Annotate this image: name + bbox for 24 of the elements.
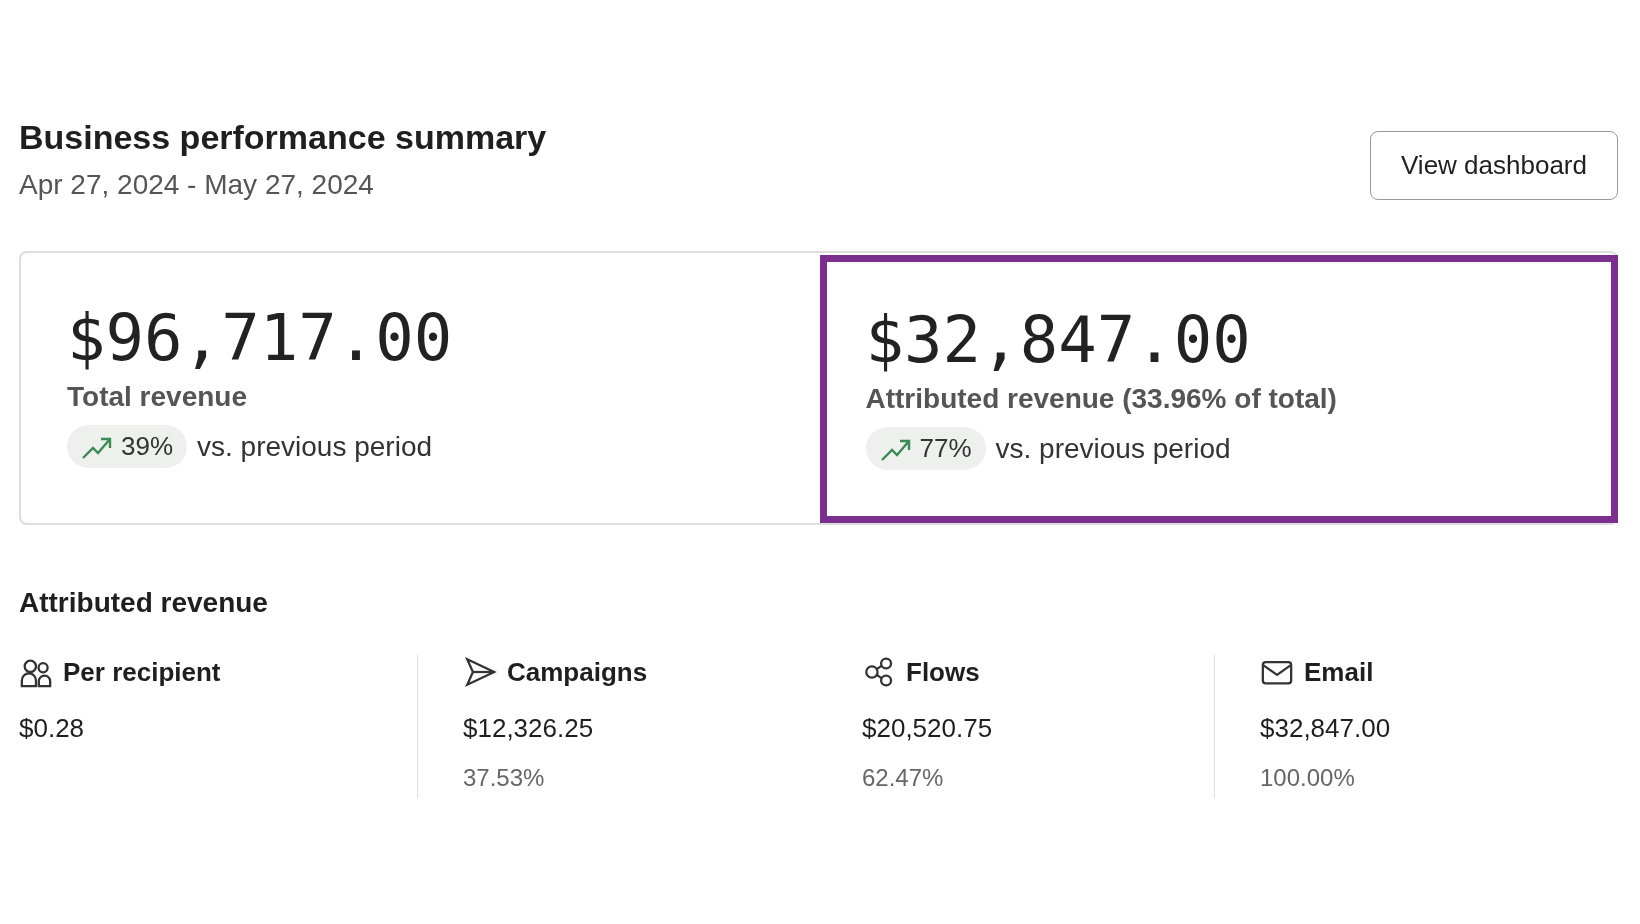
- trend-badge: 77%: [865, 427, 986, 471]
- send-icon: [463, 655, 497, 689]
- breakdown-label: Campaigns: [507, 656, 648, 688]
- metric-value: $96,717.00: [67, 303, 454, 374]
- page-title: Business performance summary: [19, 118, 547, 157]
- comparison-text: vs. previous period: [197, 430, 433, 463]
- breakdown-value: $20,520.75: [862, 713, 994, 744]
- breakdown-share: 62.47%: [862, 764, 945, 792]
- trend-badge: 39%: [67, 425, 188, 469]
- metric-label: Total revenue: [67, 381, 248, 414]
- breakdown-label: Email: [1304, 656, 1374, 688]
- breakdown-label: Flows: [906, 656, 980, 688]
- breakdown-value: $0.28: [19, 713, 86, 744]
- breakdown-share: 100.00%: [1260, 764, 1356, 792]
- metric-value: $32,847.00: [865, 305, 1252, 376]
- breakdown-value: $32,847.00: [1260, 713, 1392, 744]
- date-range: Apr 27, 2024 - May 27, 2024: [19, 169, 375, 201]
- breakdown-label: Per recipient: [63, 656, 221, 688]
- comparison-text: vs. previous period: [995, 432, 1231, 465]
- metric-label: Attributed revenue (33.96% of total): [865, 383, 1338, 416]
- section-title: Attributed revenue: [19, 587, 269, 619]
- view-dashboard-button[interactable]: View dashboard: [1370, 131, 1618, 200]
- breakdown-value: $12,326.25: [463, 713, 595, 744]
- breakdown-share: 37.53%: [463, 764, 546, 792]
